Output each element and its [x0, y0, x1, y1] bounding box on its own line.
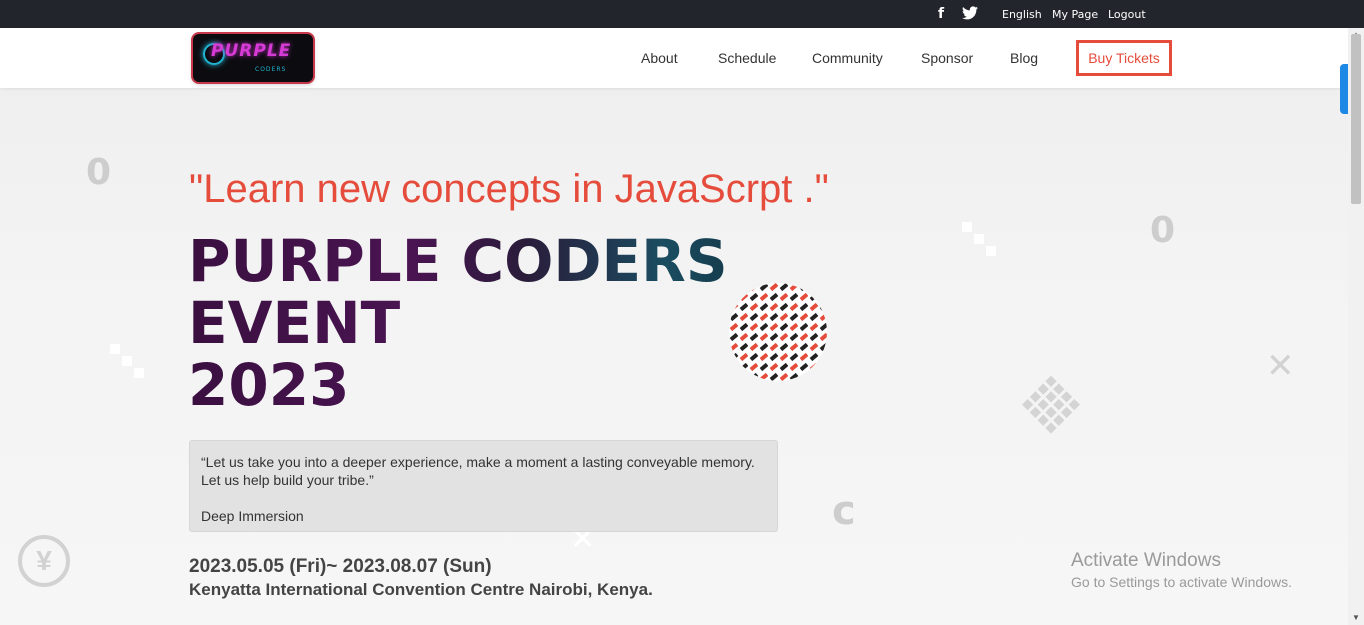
logo-subtext: CODERS — [255, 66, 287, 73]
my-page-link[interactable]: My Page — [1052, 8, 1098, 22]
square-decoration-icon — [974, 234, 984, 244]
square-decoration-icon — [962, 222, 972, 232]
nav-item-sponsor[interactable]: Sponsor — [921, 50, 973, 66]
scroll-down-arrow-icon[interactable]: ▼ — [1348, 611, 1364, 625]
square-decoration-icon — [110, 344, 120, 354]
zero-decoration-icon: 0 — [86, 152, 112, 193]
event-title-line: PURPLE CODERS — [188, 227, 728, 295]
quote-author: Deep Immersion — [201, 508, 304, 524]
zero-decoration-icon: 0 — [1150, 210, 1176, 251]
yen-coin-icon: ¥ — [18, 535, 70, 587]
c-decoration-icon: c — [832, 488, 856, 534]
top-utility-bar: f English My Page Logout — [0, 0, 1364, 28]
square-decoration-icon — [134, 368, 144, 378]
event-venue: Kenyatta International Convention Centre… — [189, 580, 653, 599]
square-decoration-icon — [986, 246, 996, 256]
diamond-grid-icon — [1022, 375, 1080, 434]
nav-item-about[interactable]: About — [641, 50, 678, 66]
page-scrollbar[interactable]: ▲ ▼ — [1348, 28, 1364, 625]
event-title-line: 2023 — [188, 351, 350, 419]
event-dates: 2023.05.05 (Fri)~ 2023.08.07 (Sun) — [189, 556, 492, 577]
hero-tagline: "Learn new concepts in JavaScrpt ." — [189, 167, 829, 211]
scrollbar-thumb[interactable] — [1351, 34, 1361, 204]
facebook-icon[interactable]: f — [938, 6, 944, 22]
buy-tickets-button[interactable]: Buy Tickets — [1076, 40, 1172, 76]
logout-link[interactable]: Logout — [1108, 8, 1146, 22]
quote-text: “Let us take you into a deeper experienc… — [201, 454, 755, 488]
site-logo[interactable]: PURPLE CODERS — [193, 34, 313, 82]
square-decoration-icon — [122, 356, 132, 366]
logo-text: PURPLE — [211, 41, 292, 61]
main-navbar: PURPLE CODERS About Schedule Community S… — [0, 28, 1348, 88]
dotted-circle-pattern-icon — [729, 283, 827, 381]
activate-windows-subtitle: Go to Settings to activate Windows. — [1071, 574, 1292, 590]
nav-item-blog[interactable]: Blog — [1010, 50, 1038, 66]
x-decoration-icon: ✕ — [1266, 346, 1295, 386]
activate-windows-title: Activate Windows — [1071, 550, 1221, 571]
twitter-icon[interactable] — [962, 6, 978, 22]
quote-box: “Let us take you into a deeper experienc… — [189, 440, 778, 532]
event-title-line: EVENT — [188, 289, 401, 357]
side-tab[interactable] — [1340, 64, 1348, 114]
event-title: PURPLE CODERS EVENT 2023 — [188, 230, 748, 416]
nav-item-community[interactable]: Community — [812, 50, 883, 66]
language-link[interactable]: English — [1002, 8, 1042, 22]
nav-item-schedule[interactable]: Schedule — [718, 50, 776, 66]
